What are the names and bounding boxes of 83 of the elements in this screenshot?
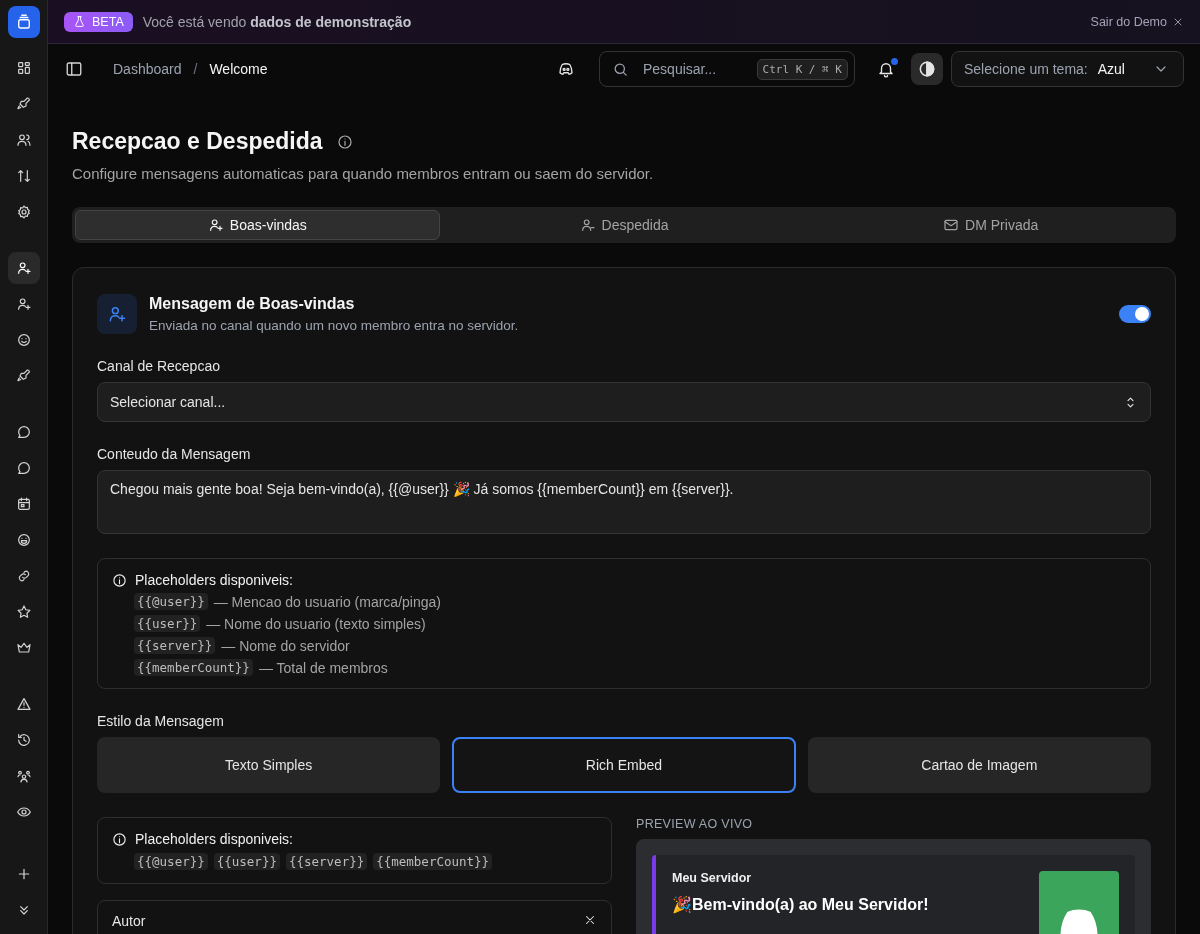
search-placeholder: Pesquisar... <box>643 61 718 77</box>
style-option[interactable]: Cartao de Imagem <box>807 737 1151 793</box>
grin-icon <box>15 532 32 548</box>
field-label: Estilo da Mensagem <box>97 713 225 729</box>
placeholder-token[interactable]: {{user}} <box>213 853 280 870</box>
help-icon <box>336 133 353 150</box>
panel-title: Placeholders disponiveis: <box>135 572 293 588</box>
card-title: Mensagem de Boas-vindas <box>149 295 356 313</box>
page-subtitle: Configure mensagens automaticas para quando membros entram ou saem do servidor. <box>72 165 655 182</box>
user-plus-icon <box>207 217 224 233</box>
rocket-icon <box>15 96 32 112</box>
placeholder-token: {{@user}} <box>134 593 208 610</box>
user-minus-icon <box>579 217 596 233</box>
user-plus-icon <box>107 304 127 324</box>
group-icon <box>15 768 32 784</box>
panel-title: Placeholders disponiveis: <box>135 831 293 847</box>
info-icon <box>112 831 127 847</box>
crown-icon <box>15 640 32 656</box>
preview-label: PREVIEW AO VIVO <box>636 817 754 831</box>
search-field[interactable]: Pesquisar... Ctrl K / ⌘ K <box>599 51 855 87</box>
placeholder-description: — Total de membros <box>258 659 388 676</box>
calendar-icon <box>15 496 32 512</box>
tab[interactable]: Despedida <box>441 210 807 240</box>
app-logo[interactable] <box>7 6 40 38</box>
placeholder-token: {{server}} <box>134 637 216 654</box>
demo-message: Você está vendo dados de demonstração <box>142 13 412 30</box>
placeholder-token: {{user}} <box>134 615 201 632</box>
sidebar-icon <box>65 60 83 78</box>
tab[interactable]: Boas-vindas <box>75 210 440 240</box>
card-description: Enviada no canal quando um novo membro entra no servidor. <box>149 318 519 333</box>
star-icon <box>15 604 32 620</box>
enable-toggle[interactable] <box>1119 305 1151 323</box>
collapse-icon <box>583 913 597 927</box>
sidebar-button[interactable] <box>7 252 40 284</box>
placeholder-token[interactable]: {{server}} <box>285 853 368 870</box>
bell-icon <box>877 60 895 78</box>
field-label: Canal de Recepcao <box>97 358 221 374</box>
history-icon <box>15 732 32 748</box>
theme-select[interactable]: Selecione um tema: Azul <box>951 51 1184 87</box>
mail-icon <box>943 217 960 233</box>
breadcrumb-item[interactable]: Dashboard <box>113 61 182 77</box>
section-title: Autor <box>112 913 146 929</box>
placeholder-description: — Nome do usuario (texto simples) <box>206 615 426 632</box>
placeholder-description: — Mencao do usuario (marca/pinga) <box>213 593 441 610</box>
select-placeholder: Selecionar canal... <box>110 394 226 410</box>
rocket-icon <box>15 368 32 384</box>
breadcrumb-separator: / <box>193 61 198 77</box>
smile-icon <box>15 332 32 348</box>
placeholder-token[interactable]: {{@user}} <box>134 853 208 870</box>
eye-icon <box>15 804 32 820</box>
users-icon <box>15 132 32 148</box>
embed-title: 🎉Bem-vindo(a) ao Meu Servidor! <box>672 895 929 914</box>
message-textarea[interactable]: Chegou mais gente boa! Seja bem-vindo(a), {{@user}} 🎉 Já somos {{memberCount}} em {{server}}. <box>97 470 1151 534</box>
sidebar-toggle-button[interactable] <box>65 60 83 78</box>
tab[interactable]: DM Privada <box>808 210 1173 240</box>
contrast-icon <box>917 59 937 79</box>
placeholder-description: — Nome do servidor <box>221 637 350 654</box>
placeholder-token[interactable]: {{memberCount}} <box>373 853 493 870</box>
placeholder-token: {{memberCount}} <box>134 659 253 676</box>
collapsible-section[interactable]: Autor <box>97 900 612 934</box>
contrast-button[interactable] <box>911 53 943 85</box>
style-option[interactable]: Rich Embed <box>452 737 796 793</box>
theme-value: Azul <box>1097 61 1126 77</box>
shortcut-hint: Ctrl K / ⌘ K <box>756 58 848 80</box>
chat-icon <box>15 460 32 476</box>
field-label: Conteudo da Mensagem <box>97 446 252 462</box>
user-plus-icon <box>15 260 32 276</box>
info-icon <box>112 572 127 588</box>
dashboard-icon <box>15 60 32 76</box>
exit-demo-button[interactable]: Sair do Demo <box>1090 14 1184 29</box>
flask-icon <box>73 15 86 28</box>
sort-icon <box>15 168 32 184</box>
warning-icon <box>15 696 32 712</box>
user-plus-icon <box>15 296 32 312</box>
theme-label: Selecione um tema: <box>964 61 1088 77</box>
chat-icon <box>15 424 32 440</box>
badge-label: BETA <box>92 14 124 29</box>
channel-select[interactable]: Selecionar canal... <box>97 382 1151 422</box>
page-title: Recepcao e Despedida <box>72 128 323 155</box>
breadcrumb-item: Welcome <box>209 61 268 77</box>
style-option[interactable]: Texto Simples <box>97 737 441 793</box>
settings-icon <box>15 204 32 220</box>
embed-author: Meu Servidor <box>672 871 753 885</box>
